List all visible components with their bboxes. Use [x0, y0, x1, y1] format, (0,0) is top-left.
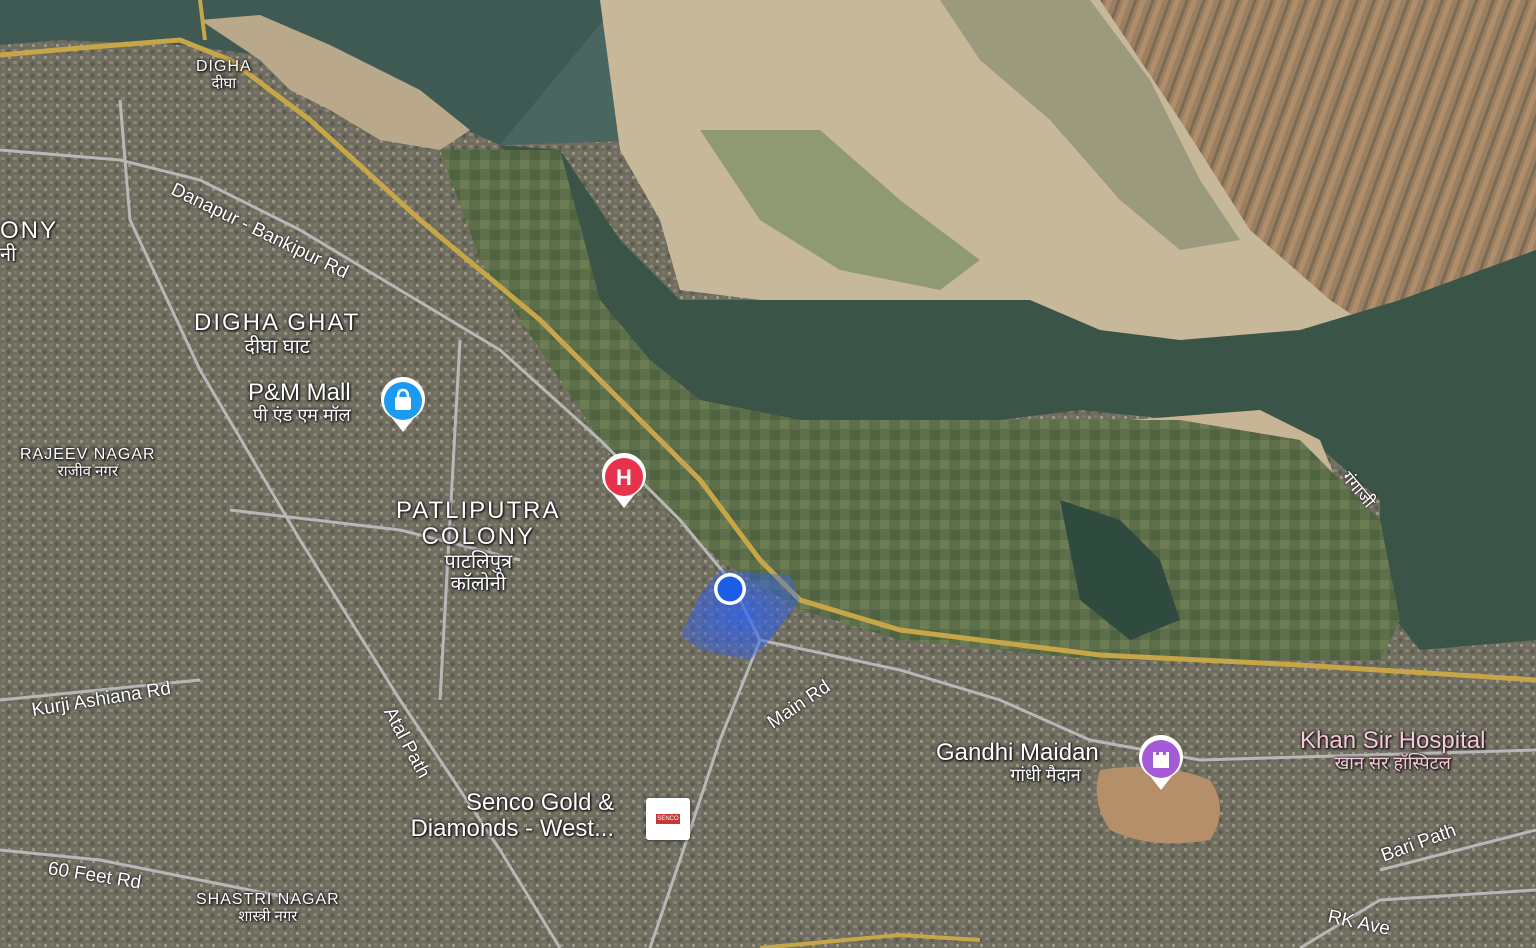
area-label-rajeev-nagar-hi: राजीव नगर — [57, 462, 119, 480]
poi-gandhi-maidan-label[interactable]: Gandhi Maidan गांधी मैदान — [936, 739, 1099, 786]
area-label-digha-en: DIGHA — [196, 58, 252, 75]
poi-gandhi-maidan-hi: गांधी मैदान — [1010, 765, 1081, 786]
current-location-icon[interactable] — [712, 571, 748, 607]
shopping-bag-icon[interactable] — [378, 376, 428, 434]
area-label-shastri-nagar-hi: शास्त्री नगर — [238, 907, 298, 925]
area-label-patliputra-hi2: कॉलोनी — [450, 572, 507, 595]
area-label-patliputra-hi1: पाटलिपुत्र — [444, 550, 513, 573]
area-label-digha-ghat-en: DIGHA GHAT — [194, 309, 361, 336]
area-label-digha-ghat: DIGHA GHAT दीघा घाट — [194, 309, 361, 359]
area-label-shastri-nagar-en: SHASTRI NAGAR — [196, 891, 340, 908]
area-label-patliputra-en2: COLONY — [421, 523, 535, 551]
area-label-colony-left-hi: नी — [0, 244, 17, 267]
area-label-colony-left-en: ONY — [0, 217, 59, 244]
area-label-rajeev-nagar: RAJEEV NAGAR राजीव नगर — [20, 446, 156, 480]
poi-pm-mall-hi: पी एंड एम मॉल — [252, 405, 351, 426]
poi-senco-line1: Senco Gold & — [466, 789, 615, 816]
area-label-shastri-nagar: SHASTRI NAGAR शास्त्री नगर — [196, 891, 340, 925]
area-label-colony-left: ONY नी — [0, 217, 59, 267]
poi-khan-sir-en: Khan Sir Hospital — [1300, 727, 1486, 754]
hospital-letter: H — [616, 465, 632, 490]
poi-gandhi-maidan-en: Gandhi Maidan — [936, 739, 1099, 766]
hospital-icon[interactable]: H — [598, 452, 650, 510]
poi-senco-gold-label[interactable]: Senco Gold & Diamonds - West... — [400, 789, 615, 843]
poi-khan-sir-hi: खान सर हॉस्पिटल — [1334, 753, 1451, 774]
area-label-digha: DIGHA दीघा — [196, 58, 252, 92]
poi-pm-mall-label[interactable]: P&M Mall पी एंड एम मॉल — [248, 379, 351, 426]
satellite-map[interactable] — [0, 0, 1536, 948]
senco-logo-icon[interactable]: SENCO — [646, 798, 690, 840]
poi-senco-line2: Diamonds - West... — [410, 815, 615, 843]
area-label-rajeev-nagar-en: RAJEEV NAGAR — [20, 446, 156, 463]
poi-pm-mall-en: P&M Mall — [248, 379, 351, 406]
senco-logo-text: SENCO — [656, 814, 680, 824]
poi-khan-sir-hospital-label[interactable]: Khan Sir Hospital खान सर हॉस्पिटल — [1300, 727, 1486, 774]
castle-icon[interactable] — [1136, 734, 1186, 792]
area-label-digha-ghat-hi: दीघा घाट — [244, 336, 310, 359]
area-label-digha-hi: दीघा — [211, 74, 237, 92]
area-label-patliputra-en1: PATLIPUTRA — [396, 497, 561, 524]
area-label-patliputra: PATLIPUTRA COLONY पाटलिपुत्र कॉलोनी — [396, 497, 561, 595]
